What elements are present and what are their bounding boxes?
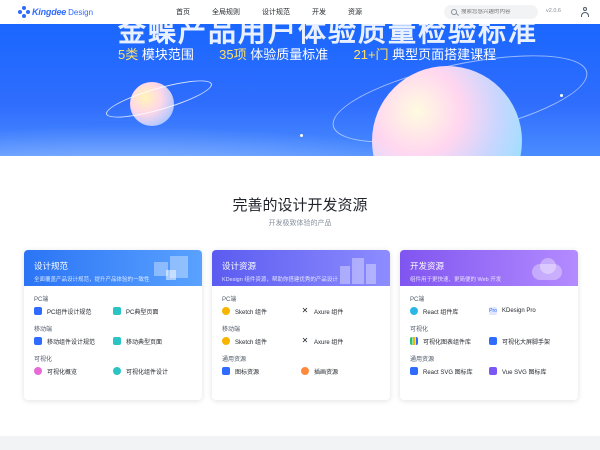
group-label: 移动端 — [222, 327, 241, 333]
link-react-components[interactable]: React 组件库 — [410, 307, 489, 316]
section-title: 完善的设计开发资源 — [232, 197, 368, 214]
logo-sub: Design — [68, 7, 94, 17]
doc-icon — [34, 307, 42, 315]
menu-item-global-rules[interactable]: 全局规则 — [212, 7, 240, 17]
axure-icon: ✕ — [301, 336, 309, 345]
card-header: 设计规范 全面覆盖产品设计规范，提升产品体验的一致性 — [24, 250, 202, 286]
menu-item-home[interactable]: 首页 — [176, 7, 190, 17]
link-react-svg-icons[interactable]: React SVG 图标库 — [410, 367, 489, 376]
link-visual-overview[interactable]: 可视化概览 — [34, 367, 113, 376]
link-visual-component-design[interactable]: 可视化组件设计 — [113, 367, 192, 376]
sketch-icon — [222, 307, 230, 315]
chart-icon — [34, 367, 42, 375]
sketch-icon — [222, 337, 230, 345]
logo-text: Kingdee — [32, 7, 67, 17]
search-icon — [451, 9, 457, 15]
group-label: 通用资源 — [222, 357, 247, 363]
user-icon[interactable] — [580, 7, 590, 17]
card-dev-resources: 开发资源 组件用于更快速、更简便的 Web 开发 PC端 React 组件库 P… — [400, 250, 578, 400]
group-label: 可视化 — [34, 357, 53, 363]
link-pc-typical-page[interactable]: PC典型页面 — [113, 307, 192, 316]
cloud-illustration — [522, 254, 572, 284]
logo-icon — [18, 6, 30, 18]
palette-icon — [113, 367, 121, 375]
page-icon — [113, 337, 121, 345]
version-label[interactable]: v2.0.6 — [546, 8, 561, 14]
bar-chart-icon — [410, 337, 418, 345]
link-pc-sketch[interactable]: Sketch 组件 — [222, 307, 301, 316]
logo[interactable]: Kingdee Design — [18, 5, 93, 19]
star-dot — [300, 134, 303, 137]
link-pc-component-spec[interactable]: PC组件设计规范 — [34, 307, 113, 316]
card-header: 开发资源 组件用于更快速、更简便的 Web 开发 — [400, 250, 578, 286]
image-icon — [222, 367, 230, 375]
group-label: 通用资源 — [410, 357, 435, 363]
card-header: 设计资源 KDesign 组件资源，帮助你搭建优秀的产品设计 — [212, 250, 390, 286]
search-box[interactable] — [444, 5, 538, 19]
stat-text: 体验质量标准 — [250, 47, 329, 62]
star-dot — [560, 94, 563, 97]
link-chart-library[interactable]: 可视化图表组件库 — [410, 337, 489, 346]
link-dashboard-scaffold[interactable]: 可视化大屏脚手架 — [489, 337, 568, 346]
footer-band — [0, 436, 600, 450]
hero-banner: 金蝶产品用户体验质量检验标准 5类 模块范围 35项 体验质量标准 21+门 典… — [0, 24, 600, 156]
illustration-icon — [301, 367, 309, 375]
group-label: 可视化 — [410, 327, 429, 333]
stat-text: 模块范围 — [141, 47, 194, 62]
react-icon — [410, 307, 418, 315]
stat-number: 5类 — [118, 47, 139, 62]
axure-icon: ✕ — [301, 306, 309, 315]
stat-number: 35项 — [219, 47, 247, 62]
doc-icon — [34, 337, 42, 345]
page-icon — [113, 307, 121, 315]
hero-stats: 5类 模块范围 35项 体验质量标准 21+门 典型页面搭建课程 — [118, 44, 496, 63]
group-label: PC端 — [222, 297, 237, 303]
link-illustration-resources[interactable]: 插画资源 — [301, 367, 380, 376]
section-subtitle: 开发极致体验的产品 — [268, 220, 332, 227]
link-vue-svg-icons[interactable]: Vue SVG 图标库 — [489, 367, 568, 376]
menu-item-resources[interactable]: 资源 — [348, 7, 362, 17]
group-label: PC端 — [410, 297, 425, 303]
menu-item-design-spec[interactable]: 设计规范 — [262, 7, 290, 17]
stat-number: 21+门 — [353, 47, 389, 62]
dashboard-icon — [489, 337, 497, 345]
link-mobile-typical-page[interactable]: 移动典型页面 — [113, 337, 192, 346]
top-nav: Kingdee Design 首页 全局规则 设计规范 开发 资源 v2.0.6 — [0, 0, 600, 24]
group-label: 移动端 — [34, 327, 53, 333]
card-design-spec: 设计规范 全面覆盖产品设计规范，提升产品体验的一致性 PC端 PC组件设计规范 … — [24, 250, 202, 400]
card-design-resources: 设计资源 KDesign 组件资源，帮助你搭建优秀的产品设计 PC端 Sketc… — [212, 250, 390, 400]
pro-icon: Pro — [489, 307, 497, 315]
main-menu: 首页 全局规则 设计规范 开发 资源 — [176, 0, 384, 24]
link-pc-axure[interactable]: ✕ Axure 组件 — [301, 307, 380, 316]
link-icon-resources[interactable]: 图标资源 — [222, 367, 301, 376]
vue-icon — [489, 367, 497, 375]
building-illustration — [334, 254, 384, 284]
menu-item-develop[interactable]: 开发 — [312, 7, 326, 17]
cube-illustration — [146, 254, 196, 284]
search-input[interactable] — [461, 9, 531, 15]
link-kdesign-pro[interactable]: Pro KDesign Pro — [489, 307, 568, 315]
link-mobile-sketch[interactable]: Sketch 组件 — [222, 337, 301, 346]
link-mobile-component-spec[interactable]: 移动组件设计规范 — [34, 337, 113, 346]
svg-icon — [410, 367, 418, 375]
stat-text: 典型页面搭建课程 — [392, 47, 497, 62]
group-label: PC端 — [34, 297, 49, 303]
link-mobile-axure[interactable]: ✕ Axure 组件 — [301, 337, 380, 346]
